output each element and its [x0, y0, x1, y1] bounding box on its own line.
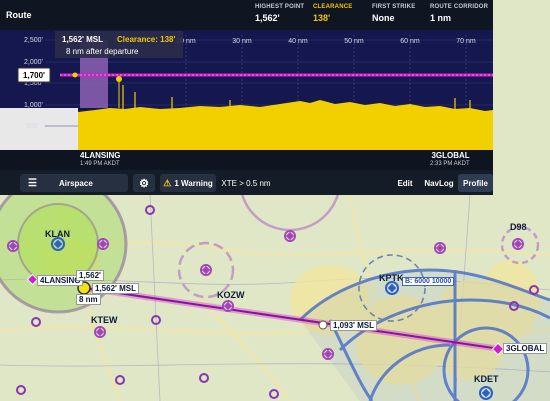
airport-kptk-marker[interactable]: [385, 281, 399, 295]
stat-value: None: [372, 13, 395, 23]
ktew-label: KTEW: [91, 315, 118, 325]
stat-route-corridor: ROUTE CORRIDOR 1 nm: [430, 4, 488, 23]
warning-button[interactable]: ⚠ 1 Warning: [160, 174, 216, 192]
kdet-label: KDET: [474, 374, 499, 384]
nm8-label: 8 nm: [76, 294, 101, 305]
klan-label: KLAN: [45, 229, 70, 239]
edit-button[interactable]: Edit: [390, 174, 420, 192]
global-label: 3GLOBAL: [503, 343, 548, 354]
navlog-label: NavLog: [424, 178, 454, 188]
settings-button[interactable]: ⚙: [133, 174, 155, 192]
y-tick-label: 2,500': [24, 37, 43, 44]
airport-marker[interactable]: [200, 264, 212, 276]
y-tick-label: 1,000': [24, 102, 43, 109]
warning-label: 1 Warning: [174, 178, 213, 188]
stat-label: FIRST STRIKE: [372, 4, 416, 10]
terrain-fill: [78, 100, 493, 150]
stat-value: 1,562': [255, 13, 280, 23]
airport-marker[interactable]: [284, 230, 296, 242]
warning-icon: ⚠: [163, 177, 172, 188]
airport-marker[interactable]: [7, 240, 19, 252]
xte-indicator: XTE > 0.5 nm: [218, 174, 274, 192]
tooltip-clearance: Clearance: 138': [117, 35, 175, 44]
xte-label: XTE > 0.5 nm: [221, 178, 271, 188]
msl-1093-label: 1,093' MSL: [330, 320, 378, 331]
x-tick-label: 60 nm: [400, 38, 420, 45]
y-tick-label: 2,000': [24, 59, 43, 66]
airport-kdet-marker[interactable]: [479, 386, 493, 400]
stat-value: 138': [313, 13, 331, 23]
terrain-profile-chart[interactable]: 2,500' 2,000' 1,500' 1,000' 500' 20 nm 3…: [0, 30, 493, 150]
profile-label: Profile: [463, 178, 488, 188]
airport-marker[interactable]: [434, 242, 446, 254]
stat-label: CLEARANCE: [313, 4, 353, 10]
x-tick-label: 40 nm: [288, 38, 308, 45]
route-title: Route: [6, 10, 32, 20]
arrival-name: 3GLOBAL: [431, 151, 470, 160]
y-tick-label: 500': [26, 123, 39, 130]
x-tick-label: 70 nm: [456, 38, 476, 45]
arrival-info: 3GLOBAL 2:33 PM AKDT: [430, 151, 470, 167]
profile-tooltip: 1,562' MSL Clearance: 138' 8 nm after de…: [55, 31, 183, 58]
route-profile-panel: Route HIGHEST POINT 1,562' CLEARANCE 138…: [0, 0, 493, 195]
kozw-label: KOZW: [217, 290, 245, 300]
arrival-time: 2:33 PM AKDT: [430, 161, 470, 167]
stat-highest-point: HIGHEST POINT 1,562': [255, 4, 304, 23]
navlog-button[interactable]: NavLog: [421, 174, 457, 192]
airport-klan-marker[interactable]: [51, 237, 65, 251]
airport-marker[interactable]: [222, 300, 234, 312]
kptk-label: KPTK: [379, 273, 404, 283]
cruise-altitude-tag[interactable]: 1,700': [17, 67, 51, 83]
stat-first-strike: FIRST STRIKE None: [372, 4, 415, 23]
cruise-altitude-value: 1,700': [23, 71, 45, 80]
msl-1562-label: 1,562' MSL: [92, 283, 140, 294]
stat-label: HIGHEST POINT: [255, 4, 305, 10]
profile-button[interactable]: Profile: [458, 174, 493, 192]
gear-icon: ⚙: [139, 177, 149, 190]
profile-header: Route HIGHEST POINT 1,562' CLEARANCE 138…: [0, 0, 493, 30]
x-tick-label: 50 nm: [344, 38, 364, 45]
airport-marker[interactable]: [322, 348, 334, 360]
x-tick-label: 30 nm: [232, 38, 252, 45]
stat-label: ROUTE CORRIDOR: [430, 4, 489, 10]
departure-info: 4LANSING 1:49 PM AKDT: [80, 151, 120, 167]
airport-marker[interactable]: [97, 238, 109, 250]
airspace-label: Airspace: [58, 178, 93, 188]
departure-time: 1:49 PM AKDT: [80, 161, 120, 167]
stat-value: 1 nm: [430, 13, 452, 23]
airspace-button[interactable]: ☰ Airspace: [20, 174, 128, 192]
highpoint-marker: [318, 320, 328, 330]
d98-label: D98: [510, 222, 527, 232]
stat-clearance: CLEARANCE 138': [313, 4, 352, 23]
alt-1562-label: 1,562': [76, 270, 104, 281]
profile-toolbar: ☰ Airspace ⚙ ⚠ 1 Warning XTE > 0.5 nm Ed…: [0, 170, 493, 195]
layers-icon: ☰: [28, 177, 37, 189]
tooltip-note: 8 nm after departure: [66, 47, 139, 56]
departure-name: 4LANSING: [80, 151, 121, 160]
tooltip-msl: 1,562' MSL: [62, 35, 103, 44]
airspace-box-label: B: 6000 10000: [402, 277, 455, 286]
airport-marker[interactable]: [94, 326, 106, 338]
edit-label: Edit: [397, 178, 413, 188]
airport-marker[interactable]: [512, 238, 524, 250]
